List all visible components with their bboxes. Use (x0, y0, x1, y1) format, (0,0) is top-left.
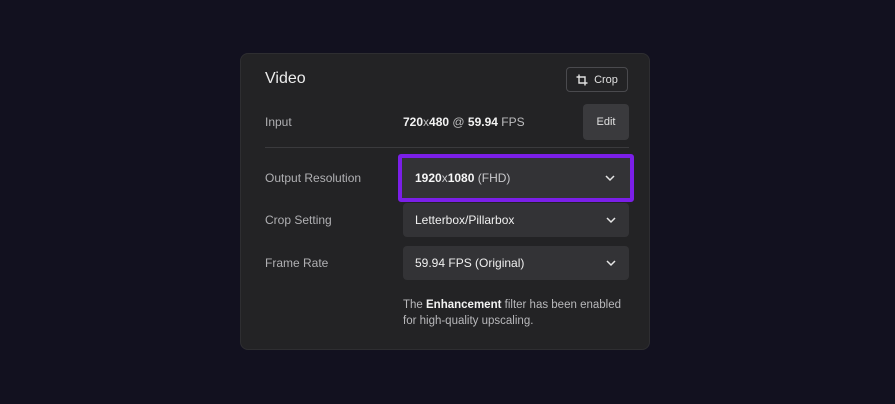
enhancement-note: The Enhancement filter has been enabled … (403, 297, 629, 329)
chevron-down-icon (605, 216, 617, 224)
crop-setting-label: Crop Setting (265, 213, 332, 227)
crop-setting-value: Letterbox/Pillarbox (415, 213, 515, 227)
note-prefix: The (403, 299, 427, 311)
input-width: 720 (403, 115, 424, 129)
input-at: @ (449, 115, 468, 129)
input-fps-unit: FPS (497, 115, 525, 129)
output-resolution-label: Output Resolution (265, 171, 362, 185)
divider (265, 147, 629, 148)
crop-button-label: Crop (594, 73, 618, 86)
note-emphasis: Enhancement (426, 299, 502, 311)
output-resolution-value: 1920x1080 (FHD) (415, 171, 510, 185)
output-suffix: (FHD) (474, 171, 511, 185)
input-height: 480 (429, 115, 450, 129)
input-fps-value: 59.94 (467, 115, 498, 129)
crop-button[interactable]: Crop (566, 67, 628, 92)
output-height: 1080 (447, 171, 475, 185)
crop-setting-select[interactable]: Letterbox/Pillarbox (403, 203, 629, 237)
video-settings-panel: Video Crop Input 720x480 @ 59.94 FPS Edi… (240, 53, 650, 350)
input-label: Input (265, 115, 292, 129)
output-width: 1920 (415, 171, 442, 185)
input-value: 720x480 @ 59.94 FPS (403, 115, 525, 129)
frame-rate-value: 59.94 FPS (Original) (415, 256, 525, 270)
frame-rate-select[interactable]: 59.94 FPS (Original) (403, 246, 629, 280)
panel-title: Video (265, 70, 306, 87)
edit-button[interactable]: Edit (583, 104, 629, 140)
chevron-down-icon (604, 174, 616, 182)
output-resolution-select[interactable]: 1920x1080 (FHD) (398, 154, 634, 202)
crop-icon (576, 74, 588, 86)
frame-rate-label: Frame Rate (265, 256, 329, 270)
chevron-down-icon (605, 259, 617, 267)
